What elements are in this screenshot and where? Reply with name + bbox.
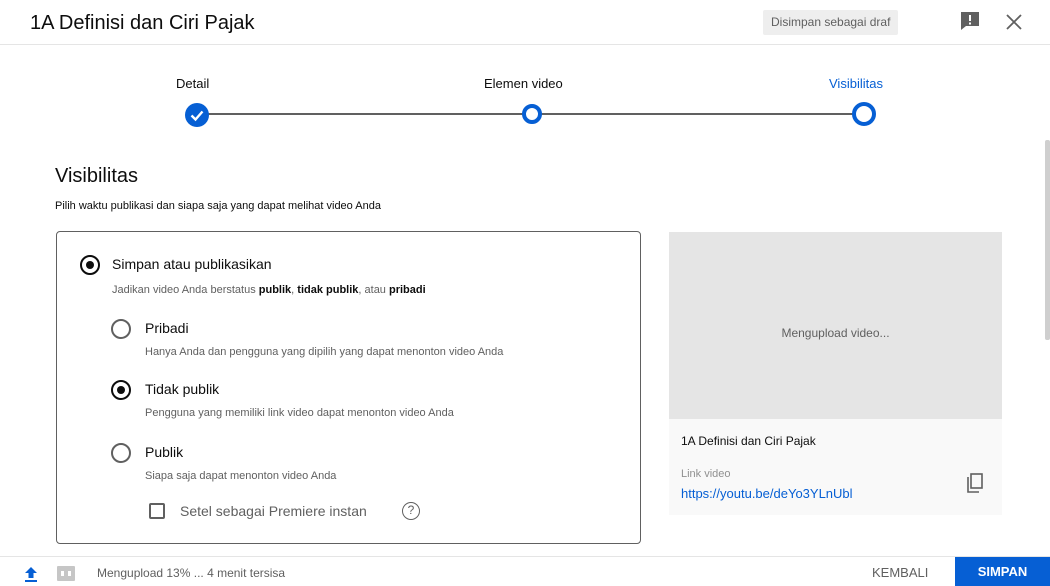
video-link[interactable]: https://youtu.be/deYo3YLnUbl: [681, 486, 853, 501]
visibility-options-panel: Simpan atau publikasikan Jadikan video A…: [56, 231, 641, 544]
step-detail-check-icon[interactable]: [185, 103, 209, 127]
scrollbar[interactable]: [1045, 140, 1050, 340]
section-subtitle: Pilih waktu publikasi dan siapa saja yan…: [55, 200, 381, 212]
step-visibility-label[interactable]: Visibilitas: [829, 76, 883, 91]
public-description: Siapa saja dapat menonton video Anda: [145, 470, 337, 482]
private-radio[interactable]: [111, 319, 131, 339]
hd-icon: [57, 566, 75, 581]
feedback-icon[interactable]: [959, 11, 981, 31]
step-elements-label[interactable]: Elemen video: [484, 76, 563, 91]
step-detail-label[interactable]: Detail: [176, 76, 209, 91]
copy-icon[interactable]: [965, 472, 985, 494]
step-visibility-dot-icon[interactable]: [852, 102, 876, 126]
upload-icon: [23, 565, 39, 583]
private-description: Hanya Anda dan pengguna yang dipilih yan…: [145, 346, 504, 358]
video-title: 1A Definisi dan Ciri Pajak: [681, 434, 816, 448]
premiere-checkbox[interactable]: [149, 503, 165, 519]
close-icon[interactable]: [1004, 12, 1024, 32]
step-connector: [532, 113, 864, 115]
unlisted-description: Pengguna yang memiliki link video dapat …: [145, 407, 454, 419]
dialog-footer: Mengupload 13% ... 4 menit tersisa KEMBA…: [0, 556, 1050, 586]
dialog-header: 1A Definisi dan Ciri Pajak Disimpan seba…: [0, 0, 1050, 45]
save-button[interactable]: SIMPAN: [955, 557, 1050, 586]
public-label[interactable]: Publik: [145, 444, 183, 460]
upload-status: Mengupload 13% ... 4 menit tersisa: [97, 566, 286, 580]
video-thumbnail: Mengupload video...: [669, 232, 1002, 419]
save-publish-description: Jadikan video Anda berstatus publik, tid…: [112, 284, 426, 296]
save-publish-radio[interactable]: [80, 255, 100, 275]
unlisted-label[interactable]: Tidak publik: [145, 381, 219, 397]
save-publish-label[interactable]: Simpan atau publikasikan: [112, 256, 272, 272]
section-title: Visibilitas: [55, 165, 138, 187]
draft-status-badge: Disimpan sebagai draf: [763, 10, 899, 35]
video-preview-card: Mengupload video... 1A Definisi dan Ciri…: [669, 232, 1002, 515]
uploading-message: Mengupload video...: [781, 326, 890, 340]
step-connector: [197, 113, 532, 115]
premiere-label[interactable]: Setel sebagai Premiere instan: [180, 503, 367, 519]
step-elements-dot-icon[interactable]: [522, 104, 542, 124]
help-icon[interactable]: ?: [402, 502, 420, 520]
unlisted-radio[interactable]: [111, 380, 131, 400]
dialog-title: 1A Definisi dan Ciri Pajak: [30, 12, 255, 34]
public-radio[interactable]: [111, 443, 131, 463]
progress-stepper: Detail Elemen video Visibilitas: [0, 45, 1050, 140]
back-button[interactable]: KEMBALI: [858, 562, 942, 584]
private-label[interactable]: Pribadi: [145, 320, 189, 336]
video-link-label: Link video: [681, 468, 731, 480]
